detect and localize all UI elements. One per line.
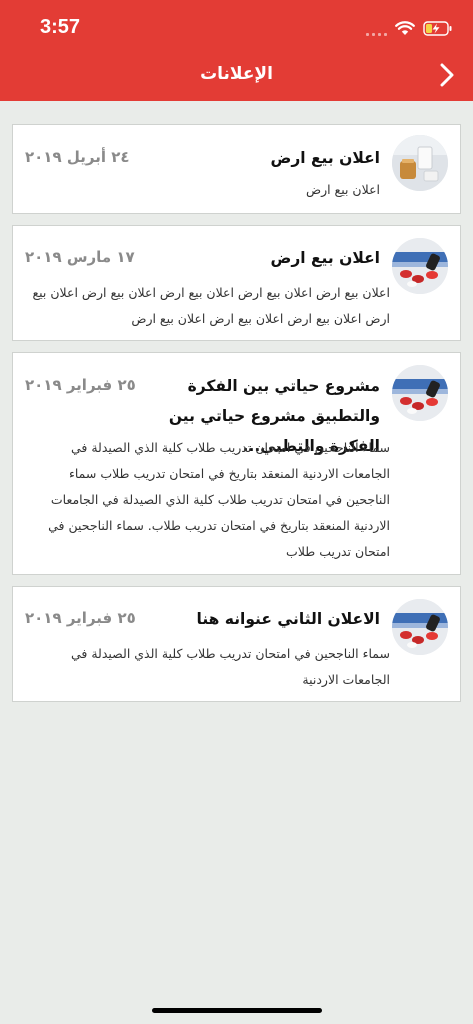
announcement-body: سماء الناجحين في امتحان تدريب طلاب كلية … <box>70 646 390 687</box>
announcement-card[interactable]: مشروع حياتي بين الفكرة والتطبيق مشروع حي… <box>12 352 461 575</box>
announcement-card[interactable]: الاعلان الثاني عنوانه هنا ٢٥ فبراير ٢٠١٩… <box>12 586 461 702</box>
announcement-title: الاعلان الثاني عنوانه هنا <box>196 610 380 628</box>
announcement-thumbnail <box>392 365 448 421</box>
announcement-date: ٢٥ فبراير ٢٠١٩ <box>25 609 136 627</box>
announcement-date: ١٧ مارس ٢٠١٩ <box>25 248 135 266</box>
chevron-right-icon <box>440 63 454 87</box>
announcement-card[interactable]: اعلان بيع ارض ٢٤ أبريل ٢٠١٩ اعلان بيع ار… <box>12 124 461 214</box>
page-title: الإعلانات <box>200 64 273 84</box>
battery-charging-icon <box>423 20 452 36</box>
announcement-body: اعلان بيع ارض اعلان بيع ارض اعلان بيع ار… <box>32 285 390 326</box>
cellular-signal-icon <box>366 20 387 36</box>
announcement-body: اعلان بيع ارض <box>305 182 380 197</box>
wifi-icon <box>395 20 415 35</box>
announcement-body: سماء الناجحين في امتحان تدريب طلاب كلية … <box>48 440 390 559</box>
app-header: 3:57 الإعلانات <box>0 0 473 101</box>
announcement-date: ٢٤ أبريل ٢٠١٩ <box>25 148 130 166</box>
announcement-thumbnail <box>392 599 448 655</box>
announcement-date: ٢٥ فبراير ٢٠١٩ <box>25 376 136 394</box>
announcement-card[interactable]: اعلان بيع ارض ١٧ مارس ٢٠١٩ اعلان بيع ارض… <box>12 225 461 341</box>
announcement-thumbnail <box>392 238 448 294</box>
status-icons <box>366 18 453 38</box>
announcement-title: اعلان بيع ارض <box>270 149 380 167</box>
status-time: 3:57 <box>40 16 81 38</box>
home-indicator[interactable] <box>152 1008 322 1013</box>
announcement-thumbnail <box>392 135 448 191</box>
announcement-title: اعلان بيع ارض <box>270 249 380 267</box>
back-button[interactable] <box>435 60 459 90</box>
